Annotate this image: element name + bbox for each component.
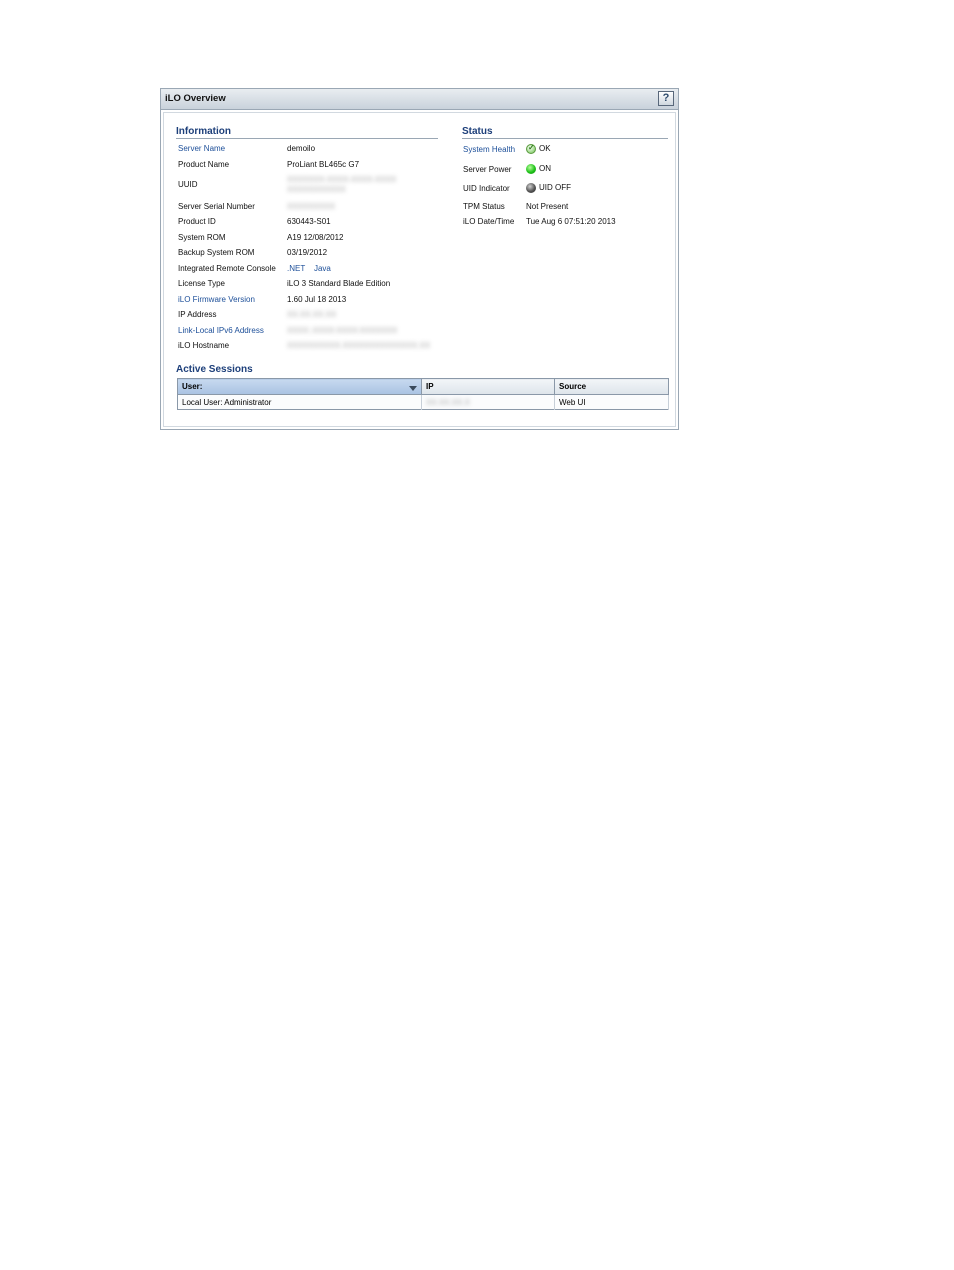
- dotnet-console-link[interactable]: .NET: [287, 264, 305, 273]
- backup-rom-value: 03/19/2012: [287, 248, 328, 257]
- green-led-icon: [526, 164, 536, 174]
- hostname-label: iLO Hostname: [178, 341, 230, 350]
- system-rom-value: A19 12/08/2012: [287, 233, 344, 242]
- product-name-value: ProLiant BL465c G7: [287, 160, 360, 169]
- ilo-datetime-value: Tue Aug 6 07:51:20 2013: [526, 217, 616, 226]
- panel-title: iLO Overview: [165, 93, 226, 104]
- column-header-ip[interactable]: IP: [421, 378, 555, 395]
- information-section-title: Information: [176, 126, 231, 137]
- information-divider: [176, 138, 438, 139]
- serial-number-label: Server Serial Number: [178, 202, 255, 211]
- gray-led-icon[interactable]: [526, 183, 536, 193]
- active-sessions-table: User: IP Source Local User: Administrato…: [177, 378, 669, 410]
- session-user-cell: Local User: Administrator: [177, 394, 422, 410]
- system-health-link[interactable]: System Health: [463, 145, 515, 154]
- uuid-value-line1: XXXXXXX-XXXX-XXXX-XXXX: [287, 175, 397, 184]
- ip-address-value: XX.XX.XX.XX: [287, 310, 337, 319]
- product-id-label: Product ID: [178, 217, 216, 226]
- server-power-label: Server Power: [463, 165, 512, 174]
- ilo-datetime-label: iLO Date/Time: [463, 217, 515, 226]
- ilo-overview-panel: iLO Overview ? Information Server Name d…: [160, 88, 679, 430]
- product-name-label: Product Name: [178, 160, 230, 169]
- column-header-user[interactable]: User:: [177, 378, 422, 395]
- hostname-value: XXXXXXXXXX.XXXXXXXXXXXXXX.XX: [287, 341, 431, 350]
- remote-console-links: .NET Java: [287, 264, 331, 273]
- server-power-value: ON: [526, 164, 551, 174]
- tpm-status-value: Not Present: [526, 202, 569, 211]
- session-ip-cell: XX.XX.XX.X: [421, 394, 555, 410]
- system-rom-label: System ROM: [178, 233, 226, 242]
- help-icon[interactable]: ?: [658, 91, 674, 106]
- active-sessions-title: Active Sessions: [176, 364, 253, 375]
- system-health-value: OK: [526, 143, 551, 154]
- ip-address-label: IP Address: [178, 310, 217, 319]
- remote-console-label: Integrated Remote Console: [178, 264, 276, 273]
- table-row[interactable]: Local User: Administrator XX.XX.XX.X Web…: [177, 394, 669, 410]
- ok-check-icon: [526, 143, 536, 154]
- uid-indicator-value: UID OFF: [526, 183, 571, 193]
- uid-indicator-label: UID Indicator: [463, 184, 510, 193]
- uuid-label: UUID: [178, 180, 198, 189]
- server-name-value: demoilo: [287, 144, 316, 153]
- panel-titlebar: iLO Overview ?: [161, 89, 678, 110]
- sort-descending-icon[interactable]: [409, 386, 417, 391]
- serial-number-value: XXXXXXXXX: [287, 202, 336, 211]
- table-header-row: User: IP Source: [177, 378, 669, 395]
- session-source-cell: Web UI: [554, 394, 669, 410]
- status-section-title: Status: [462, 126, 493, 137]
- server-name-link[interactable]: Server Name: [178, 144, 225, 153]
- ipv6-address-value: XXXX::XXXX:XXXX:XXXXXXX: [287, 326, 398, 335]
- license-type-value: iLO 3 Standard Blade Edition: [287, 279, 391, 288]
- backup-rom-label: Backup System ROM: [178, 248, 255, 257]
- product-id-value: 630443-S01: [287, 217, 331, 226]
- firmware-version-link[interactable]: iLO Firmware Version: [178, 295, 255, 304]
- firmware-version-value: 1.60 Jul 18 2013: [287, 295, 347, 304]
- license-type-label: License Type: [178, 279, 225, 288]
- ipv6-address-link[interactable]: Link-Local IPv6 Address: [178, 326, 264, 335]
- java-console-link[interactable]: Java: [314, 264, 331, 273]
- tpm-status-label: TPM Status: [463, 202, 505, 211]
- panel-body: Information Server Name demoilo Product …: [163, 112, 676, 427]
- status-divider: [462, 138, 668, 139]
- uuid-value-line2: XXXXXXXXXXX: [287, 185, 346, 194]
- column-header-source[interactable]: Source: [554, 378, 669, 395]
